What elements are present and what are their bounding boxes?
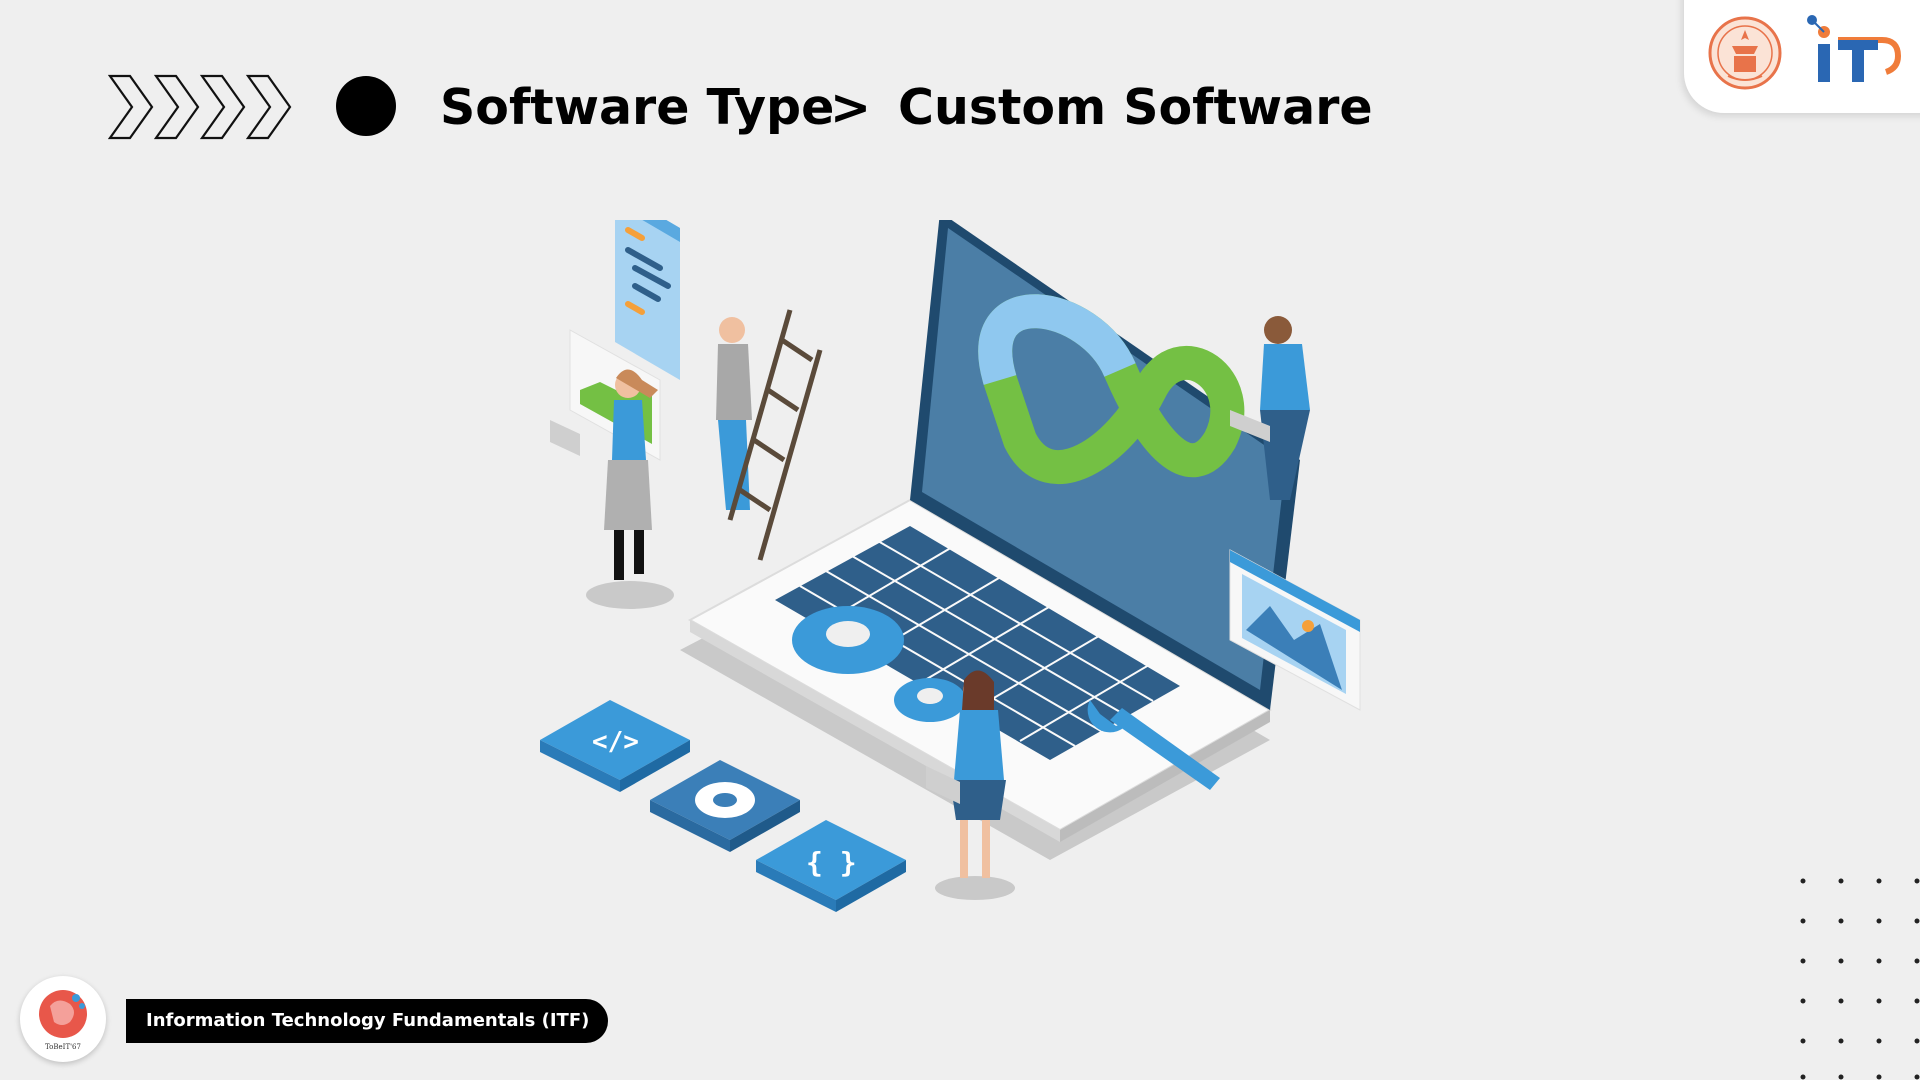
code-window xyxy=(615,220,680,380)
page-title: Custom Software xyxy=(898,79,1373,136)
person-ladder-climber xyxy=(716,309,823,561)
course-logo: ToBeIT'67 xyxy=(20,976,106,1062)
course-title-banner: Information Technology Fundamentals (ITF… xyxy=(126,999,608,1043)
logo-card xyxy=(1684,0,1920,113)
settings-tile xyxy=(650,760,800,852)
breadcrumb: Software Type > Custom Software xyxy=(108,74,1373,148)
course-title: Information Technology Fundamentals (ITF… xyxy=(146,1010,590,1031)
software-development-illustration: </> { } xyxy=(540,220,1361,912)
course-logo-caption: ToBeIT'67 xyxy=(45,1043,81,1051)
seal-icon xyxy=(1708,16,1782,90)
gear-large xyxy=(792,606,904,674)
dot-grid-decoration xyxy=(1800,878,1920,1080)
code-tile: </> xyxy=(540,700,690,792)
circle-bullet-icon xyxy=(336,76,396,136)
chevron-right-icon xyxy=(108,74,292,140)
breadcrumb-separator: > xyxy=(830,79,872,136)
gear-small xyxy=(894,678,966,722)
breadcrumb-parent: Software Type xyxy=(440,79,835,136)
svg-text:{ }: { } xyxy=(806,846,857,879)
braces-tile: { } xyxy=(756,820,906,912)
svg-text:</>: </> xyxy=(592,727,639,757)
it-logo-icon xyxy=(1807,15,1902,82)
